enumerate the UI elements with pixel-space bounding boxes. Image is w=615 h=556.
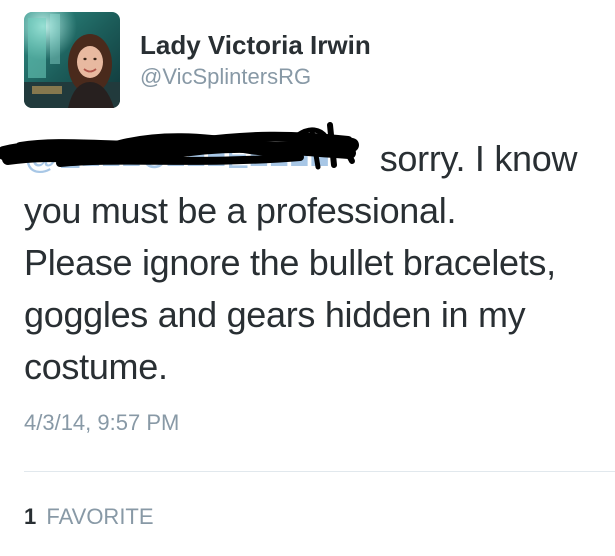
tweet-timestamp[interactable]: 4/3/14, 9:57 PM [24,410,179,436]
user-handle[interactable]: @VicSplintersRG [140,64,311,90]
tweet-line-2: you must be a professional. [24,190,457,231]
divider [24,471,615,472]
tweet-line-1-text: sorry. I know [379,138,578,179]
tweet-line-5: costume. [24,346,168,387]
favorite-count: 1 [24,504,37,529]
favorites-stat[interactable]: 1 FAVORITE [24,504,154,530]
favorite-label: FAVORITE [46,504,154,529]
tweet-line-3: Please ignore the bullet bracelets, [24,242,556,283]
avatar[interactable] [24,12,120,108]
redaction-scribble [0,122,359,170]
redacted-mention[interactable]: @E■■■C■■■E■■■■ [0,122,370,177]
tweet-line-4: goggles and gears hidden in my [24,294,526,335]
avatar-photo [24,12,120,108]
display-name[interactable]: Lady Victoria Irwin [140,30,371,61]
tweet-line-1: @E■■■C■■■E■■■■ sorry. I know [0,122,609,185]
tweet-text: @E■■■C■■■E■■■■ sorry. I know you must be… [0,122,609,393]
